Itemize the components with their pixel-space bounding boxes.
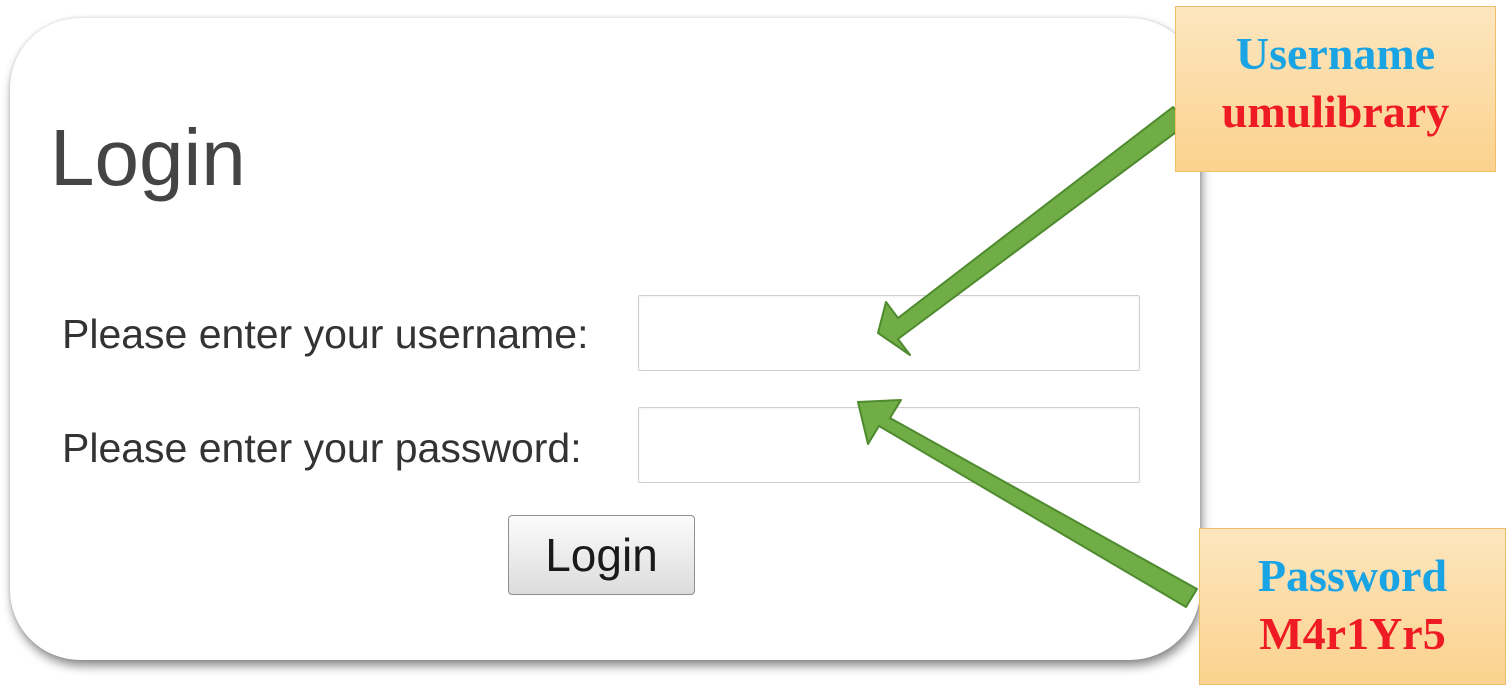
password-callout-value: M4r1Yr5	[1259, 608, 1446, 659]
password-callout: Password M4r1Yr5	[1199, 528, 1506, 685]
password-label: Please enter your password:	[62, 425, 582, 471]
login-card: Login Please enter your username: Please…	[10, 18, 1200, 660]
login-button[interactable]: Login	[508, 515, 695, 595]
password-callout-label: Password	[1257, 550, 1448, 601]
password-input[interactable]	[638, 407, 1140, 483]
username-input[interactable]	[638, 295, 1140, 371]
page-title: Login	[50, 113, 246, 202]
username-label: Please enter your username:	[62, 311, 589, 357]
username-callout-label: Username	[1235, 28, 1436, 79]
username-callout: Username umulibrary	[1175, 6, 1496, 172]
username-callout-value: umulibrary	[1221, 86, 1450, 137]
